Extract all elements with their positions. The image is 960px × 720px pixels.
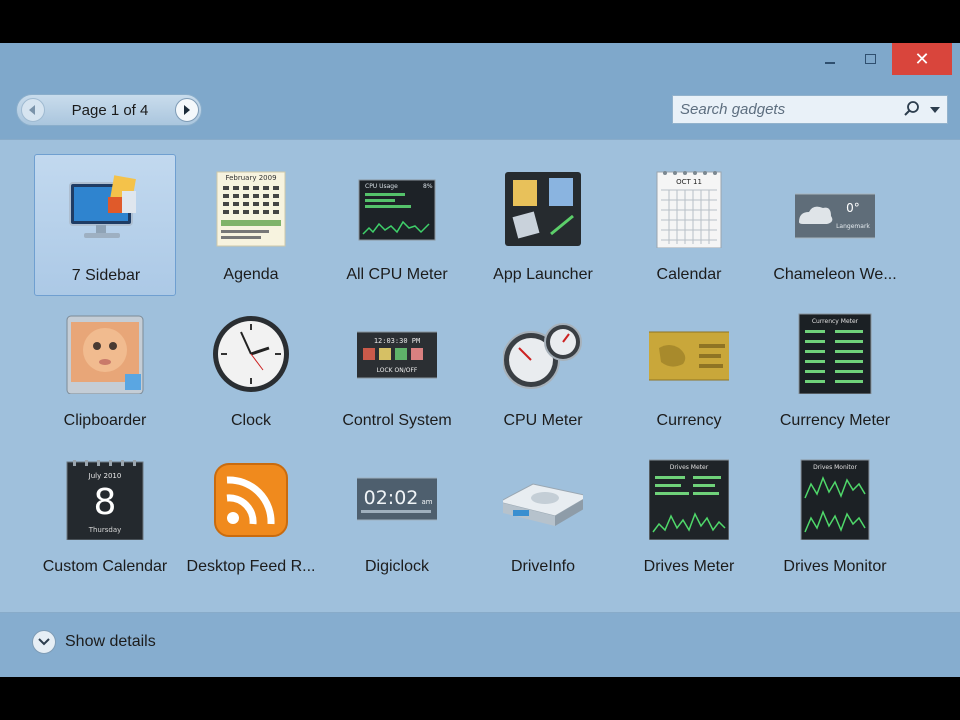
gadget-label: All CPU Meter bbox=[346, 266, 448, 283]
calendar-month: OCT 11 bbox=[676, 178, 702, 186]
custom-cal-month: July 2010 bbox=[88, 472, 122, 480]
gadget-tile-all-cpu-meter[interactable]: CPU Usage 8% All CPU Meter bbox=[326, 154, 468, 296]
show-details-toggle[interactable]: Show details bbox=[32, 629, 156, 655]
close-icon: ✕ bbox=[914, 48, 930, 70]
gadget-tile-7-sidebar[interactable]: 7 Sidebar bbox=[34, 154, 176, 296]
gadget-tile-app-launcher[interactable]: App Launcher bbox=[472, 154, 614, 296]
gadget-label: Agenda bbox=[223, 266, 279, 283]
rss-icon bbox=[214, 463, 288, 537]
custom-cal-weekday: Thursday bbox=[88, 526, 122, 534]
search-box bbox=[672, 95, 948, 124]
gadget-tile-desktop-feed-reader[interactable]: Desktop Feed R... bbox=[180, 446, 322, 588]
maximize-button[interactable] bbox=[852, 43, 888, 75]
next-page-button[interactable] bbox=[175, 98, 199, 122]
app-launcher-icon bbox=[505, 172, 581, 246]
gadget-gallery-window: ✕ Page 1 of 4 Search gadgets 7 Sidebar F… bbox=[0, 43, 960, 677]
gadget-label: Digiclock bbox=[364, 558, 429, 575]
currency-card-icon bbox=[649, 331, 729, 381]
day-calendar-icon: July 2010 8 Thursday bbox=[66, 460, 144, 540]
gadget-tile-agenda[interactable]: February 2009 Agenda bbox=[180, 154, 322, 296]
clipboard-photo-icon bbox=[66, 315, 144, 394]
chevron-down-icon[interactable] bbox=[32, 630, 56, 654]
chevron-right-icon bbox=[184, 105, 190, 115]
gadget-tile-custom-calendar[interactable]: July 2010 8 Thursday Custom Calendar bbox=[34, 446, 176, 588]
gadget-tile-currency-meter[interactable]: Currency Meter Currency Meter bbox=[764, 300, 906, 442]
gadget-label: Desktop Feed R... bbox=[186, 558, 316, 575]
gadget-tile-currency[interactable]: Currency bbox=[618, 300, 760, 442]
currency-meter-title: Currency Meter bbox=[812, 318, 859, 325]
gadget-label: Currency bbox=[656, 412, 722, 429]
minimize-button[interactable] bbox=[812, 43, 848, 75]
control-panel-icon: 12:03:30 PM LOCK ON/OFF bbox=[357, 331, 437, 379]
digiclock-time: 02:02 bbox=[364, 487, 419, 509]
gadget-tile-calendar[interactable]: OCT 11 Calendar bbox=[618, 154, 760, 296]
chevron-left-icon bbox=[29, 105, 35, 115]
cpu-percent: 8% bbox=[423, 183, 433, 190]
close-button[interactable]: ✕ bbox=[892, 43, 952, 75]
gadget-tile-driveinfo[interactable]: DriveInfo bbox=[472, 446, 614, 588]
drives-meter-title: Drives Meter bbox=[670, 464, 709, 471]
gadget-label: Clock bbox=[230, 412, 271, 429]
maximize-icon bbox=[864, 54, 876, 64]
clock-icon bbox=[213, 316, 289, 392]
gadget-label: CPU Meter bbox=[503, 412, 583, 429]
gadget-label: DriveInfo bbox=[510, 558, 576, 575]
gadget-tile-cpu-meter[interactable]: CPU Meter bbox=[472, 300, 614, 442]
show-details-label: Show details bbox=[65, 633, 156, 650]
cpu-graph-icon: CPU Usage 8% bbox=[358, 179, 436, 241]
digiclock-ampm: am bbox=[421, 498, 432, 506]
gadget-label: Drives Monitor bbox=[783, 558, 887, 575]
digital-clock-icon: 02:02 am bbox=[357, 477, 437, 521]
gadget-tile-digiclock[interactable]: 02:02 am Digiclock bbox=[326, 446, 468, 588]
gadget-label: App Launcher bbox=[493, 266, 593, 283]
details-bar: Show details bbox=[0, 613, 960, 677]
agenda-icon: February 2009 bbox=[216, 171, 286, 247]
gadget-label: Control System bbox=[342, 412, 452, 429]
search-input[interactable] bbox=[673, 96, 895, 123]
gadget-label: Currency Meter bbox=[779, 412, 891, 429]
gadget-tile-control-system[interactable]: 12:03:30 PM LOCK ON/OFF Control System bbox=[326, 300, 468, 442]
hard-drive-icon bbox=[503, 483, 583, 526]
agenda-month: February 2009 bbox=[225, 174, 276, 182]
gadget-label: Clipboarder bbox=[63, 412, 147, 429]
cpu-title: CPU Usage bbox=[365, 183, 398, 190]
custom-cal-day: 8 bbox=[94, 482, 117, 523]
calendar-icon: OCT 11 bbox=[656, 171, 722, 248]
monitor-icon bbox=[69, 175, 136, 238]
gadget-tile-drives-meter[interactable]: Drives Meter Drives Meter bbox=[618, 446, 760, 588]
control-time: 12:03:30 PM bbox=[374, 337, 420, 345]
gadget-label: Chameleon We... bbox=[773, 266, 897, 283]
gadget-label: Calendar bbox=[656, 266, 722, 283]
gadget-tile-clock[interactable]: Clock bbox=[180, 300, 322, 442]
gadget-label: 7 Sidebar bbox=[71, 267, 141, 284]
gadget-label: Drives Meter bbox=[643, 558, 735, 575]
previous-page-button[interactable] bbox=[21, 98, 45, 122]
gadget-label: Custom Calendar bbox=[42, 558, 168, 575]
page-indicator: Page 1 of 4 bbox=[71, 102, 149, 119]
drive-meter-icon: Drives Meter bbox=[649, 459, 729, 540]
control-brand: LOCK ON/OFF bbox=[377, 367, 418, 374]
gadget-tile-drives-monitor[interactable]: Drives Monitor Drives Monitor bbox=[764, 446, 906, 588]
gadget-tile-chameleon-weather[interactable]: 0° Langemark Chameleon We... bbox=[764, 154, 906, 296]
currency-list-icon: Currency Meter bbox=[798, 313, 872, 394]
minimize-icon bbox=[825, 62, 835, 64]
chevron-down-icon[interactable] bbox=[930, 106, 940, 114]
weather-temp: 0° bbox=[846, 201, 860, 215]
page-navigator: Page 1 of 4 bbox=[16, 94, 202, 126]
drive-monitor-icon: Drives Monitor bbox=[800, 459, 870, 540]
drives-monitor-title: Drives Monitor bbox=[813, 464, 857, 471]
weather-city: Langemark bbox=[836, 223, 870, 230]
title-bar: ✕ bbox=[0, 43, 960, 85]
gadget-grid: 7 Sidebar February 2009 Agenda CPU Usage… bbox=[0, 139, 960, 613]
gadget-tile-clipboarder[interactable]: Clipboarder bbox=[34, 300, 176, 442]
gauge-icon bbox=[503, 323, 582, 389]
search-icon[interactable] bbox=[903, 100, 921, 118]
weather-icon: 0° Langemark bbox=[795, 193, 875, 239]
